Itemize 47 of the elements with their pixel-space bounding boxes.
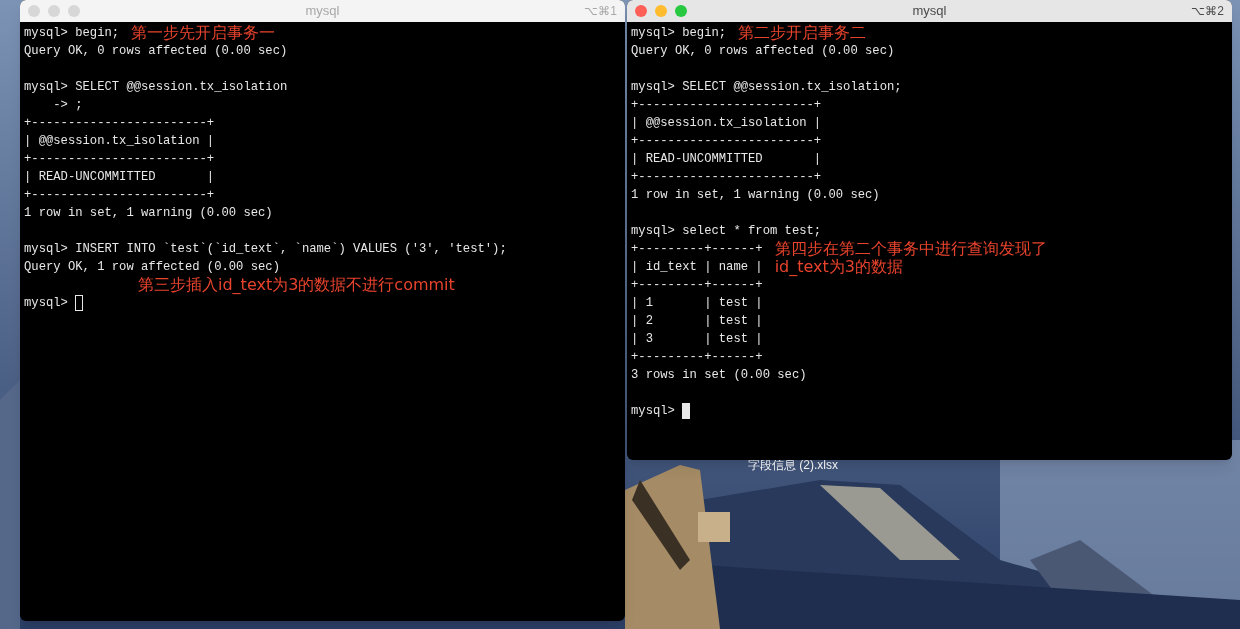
terminal-line: +---------+------+	[631, 277, 763, 294]
terminal-line: | READ-UNCOMMITTED |	[24, 169, 215, 186]
close-button[interactable]	[28, 5, 40, 17]
zoom-button[interactable]	[68, 5, 80, 17]
terminal-line: | 2 | test |	[631, 313, 763, 330]
terminal-line: Query OK, 1 row affected (0.00 sec)	[24, 259, 280, 276]
terminal-line: | @@session.tx_isolation |	[24, 133, 215, 150]
terminal-line: Query OK, 0 rows affected (0.00 sec)	[631, 43, 895, 60]
terminal-line: +---------+------+	[631, 241, 763, 258]
terminal-line: 1 row in set, 1 warning (0.00 sec)	[631, 187, 880, 204]
annotation: 第二步开启事务二	[738, 24, 867, 42]
terminal-line: 3 rows in set (0.00 sec)	[631, 367, 807, 384]
annotation: 第四步在第二个事务中进行查询发现了	[774, 240, 1047, 258]
terminal-line: +---------+------+	[631, 349, 763, 366]
terminal-line: mysql> begin;	[631, 25, 727, 42]
terminal-line: +------------------------+	[24, 187, 215, 204]
terminal-line: | 1 | test |	[631, 295, 763, 312]
annotation: 第一步先开启事务一	[131, 24, 276, 42]
terminal-line: mysql> begin;	[24, 25, 120, 42]
window-shortcut: ⌥⌘2	[1191, 3, 1224, 20]
terminal-line: +------------------------+	[24, 115, 215, 132]
window-title: mysql	[912, 2, 947, 21]
terminal-line: | READ-UNCOMMITTED |	[631, 151, 822, 168]
window-title: mysql	[305, 2, 340, 21]
minimize-button[interactable]	[655, 5, 667, 17]
terminal-line: mysql>	[24, 295, 69, 312]
terminal-line: +------------------------+	[631, 169, 822, 186]
terminal-line: | id_text | name |	[631, 259, 763, 276]
terminal-line: Query OK, 0 rows affected (0.00 sec)	[24, 43, 288, 60]
window-shortcut: ⌥⌘1	[584, 3, 617, 20]
annotation: 第三步插入id_text为3的数据不进行commit	[138, 276, 455, 294]
terminal-line: | 3 | test |	[631, 331, 763, 348]
terminal-line: mysql> INSERT INTO `test`(`id_text`, `name`) VALUES ('3', 'test');	[24, 241, 507, 258]
terminal-line: mysql> SELECT @@session.tx_isolation	[24, 79, 288, 96]
close-button[interactable]	[635, 5, 647, 17]
terminal-line: | @@session.tx_isolation |	[631, 115, 822, 132]
zoom-button[interactable]	[675, 5, 687, 17]
annotation: id_text为3的数据	[774, 258, 903, 276]
terminal-line: 1 row in set, 1 warning (0.00 sec)	[24, 205, 273, 222]
minimize-button[interactable]	[48, 5, 60, 17]
terminal-line: +------------------------+	[631, 97, 822, 114]
terminal-line: mysql>	[631, 403, 676, 420]
terminal-line: mysql> SELECT @@session.tx_isolation;	[631, 79, 902, 96]
terminal-line: +------------------------+	[631, 133, 822, 150]
terminal-line: mysql> select * from test;	[631, 223, 822, 240]
terminal-line: -> ;	[52, 97, 83, 114]
terminal-line: +------------------------+	[24, 151, 215, 168]
